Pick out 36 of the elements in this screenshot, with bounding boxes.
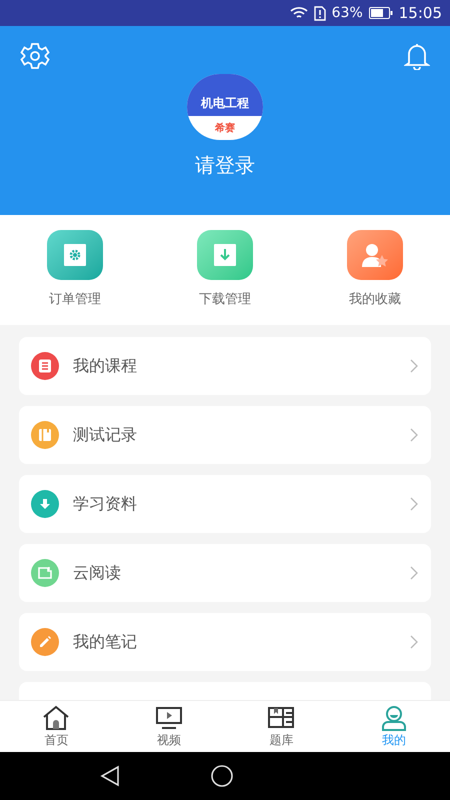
chevron-right-icon (409, 427, 419, 443)
house-icon (41, 704, 72, 730)
battery-icon (368, 7, 393, 19)
person-star-icon (347, 230, 403, 280)
tab[interactable]: 视频 (112, 701, 225, 752)
menu-item[interactable]: 我的笔记 (19, 613, 431, 671)
menu-item[interactable]: 测试记录 (19, 406, 431, 464)
app-logo[interactable]: 机电工程 希赛 (187, 74, 263, 140)
bookshelf-icon (266, 704, 296, 730)
quick-action-link[interactable]: 下载管理 (199, 290, 251, 310)
wifi-icon (290, 6, 308, 20)
logo-title: 机电工程 (201, 95, 249, 112)
chevron-right-icon (409, 565, 419, 581)
menu-item[interactable]: 学习资料 (19, 475, 431, 533)
menu-item[interactable]: 云阅读 (19, 544, 431, 602)
settings-icon[interactable] (20, 42, 50, 70)
chevron-right-icon (409, 634, 419, 650)
logo-subtitle: 希赛 (215, 121, 235, 136)
tab[interactable]: 题库 (225, 701, 338, 752)
chevron-right-icon (409, 358, 419, 374)
home-circle-icon[interactable] (210, 764, 234, 788)
gear-document-icon (47, 230, 103, 280)
download-icon (197, 230, 253, 280)
sim-alert-icon (314, 6, 326, 20)
login-link[interactable]: 请登录 (195, 150, 255, 180)
back-icon[interactable] (100, 765, 120, 787)
quick-action-link[interactable]: 订单管理 (49, 290, 101, 310)
tab[interactable]: 首页 (0, 701, 112, 752)
clock: 15:05 (398, 2, 442, 24)
quick-action-link[interactable]: 我的收藏 (349, 290, 401, 310)
battery-percent: 63% (332, 4, 363, 22)
chevron-right-icon (409, 496, 419, 512)
monitor-icon (154, 704, 184, 730)
notification-bell-icon[interactable] (404, 42, 430, 70)
tab[interactable]: 我的 (338, 701, 450, 752)
menu-item[interactable]: 我的课程 (19, 337, 431, 395)
